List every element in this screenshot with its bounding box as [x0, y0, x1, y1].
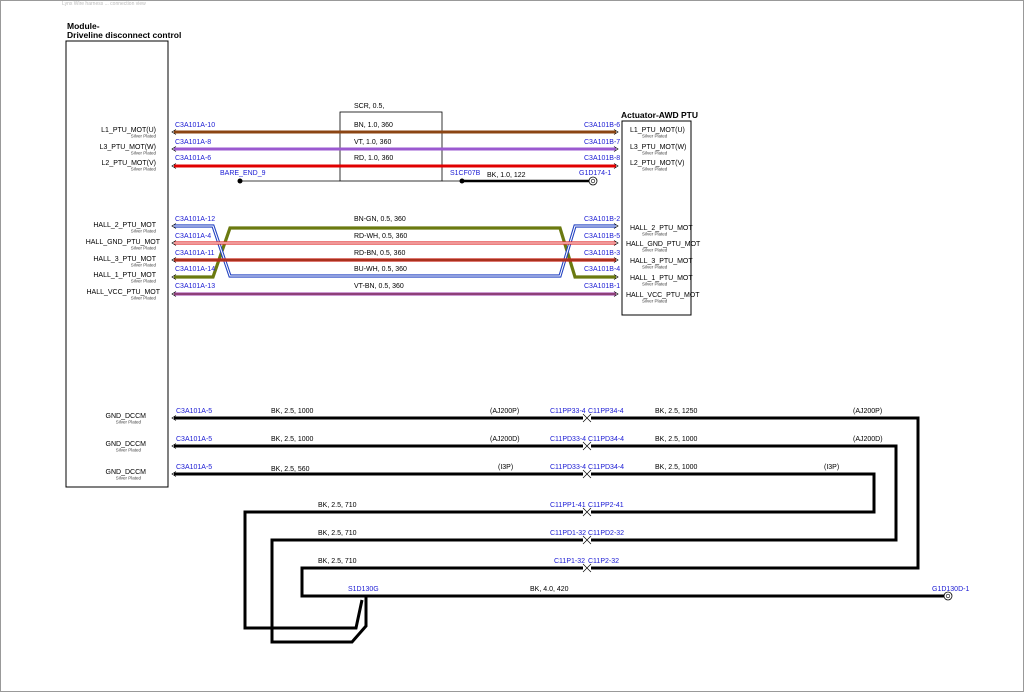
return-spec: BK, 2.5, 710 [318, 502, 357, 509]
plating-label: Silver Plated [131, 246, 157, 251]
hall-wire-spec: BU-WH, 0.5, 360 [354, 266, 407, 273]
plating-label: Silver Plated [131, 134, 157, 139]
hall-wire-right-conn: C3A101B-4 [584, 266, 620, 273]
plating-label: Silver Plated [642, 151, 668, 156]
shield-splice-label: S1CF07B [450, 170, 481, 177]
plating-label: Silver Plated [131, 296, 157, 301]
hall-wire-right-conn: C3A101B-3 [584, 250, 620, 257]
plating-label: Silver Plated [131, 263, 157, 268]
shield-label: SCR, 0.5, [354, 103, 384, 110]
module-title-line2: Driveline disconnect control [67, 30, 181, 40]
gnd-inline2: C11PD34-4 [588, 436, 624, 443]
bare-end-label: BARE_END_9 [220, 170, 266, 177]
gnd-wire-1-b[interactable] [590, 444, 898, 542]
plating-label: Silver Plated [116, 448, 142, 453]
gnd-left-conn: C3A101A-5 [176, 464, 212, 471]
gnd-left-conn: C3A101A-5 [176, 436, 212, 443]
hall-wire-left-conn: C3A101A-4 [175, 233, 211, 240]
hall-wire-left-conn: C3A101A-13 [175, 283, 215, 290]
hall-wire-spec: BN-GN, 0.5, 360 [354, 216, 406, 223]
gnd-inline1: C11PD33-4 [550, 436, 586, 443]
gnd-inline1: C11PP33-4 [550, 408, 586, 415]
return-inline1: C11PD1-32 [550, 530, 586, 537]
actuator-title: Actuator-AWD PTU [621, 110, 698, 120]
gnd-inline1: C11PD33-4 [550, 464, 586, 471]
ground-point-icon [588, 176, 598, 186]
gnd-spec2: BK, 2.5, 1250 [655, 408, 698, 415]
shield-ground-point: G1D174-1 [579, 170, 611, 177]
plating-label: Silver Plated [642, 282, 668, 287]
hall-wire-right-conn: C3A101B-1 [584, 283, 620, 290]
gnd-loc1: (AJ200P) [490, 408, 519, 415]
motor-wire-left-conn: C3A101A-6 [175, 155, 211, 162]
gnd-loc2: (I3P) [824, 464, 839, 471]
shield-ground-spec: BK, 1.0, 122 [487, 172, 526, 179]
plating-label: Silver Plated [131, 279, 157, 284]
plating-label: Silver Plated [116, 420, 142, 425]
plating-label: Silver Plated [642, 134, 668, 139]
hall-wire-left-conn: C3A101A-11 [175, 250, 215, 257]
hall-wire-left-conn: C3A101A-12 [175, 216, 215, 223]
gnd-spec2: BK, 2.5, 1000 [655, 464, 698, 471]
splice-dot [459, 178, 465, 184]
motor-wire-left-conn: C3A101A-10 [175, 122, 215, 129]
ground-point-icon [943, 591, 953, 601]
gnd-spec1: BK, 2.5, 1000 [271, 408, 314, 415]
gnd-inline2: C11PP34-4 [588, 408, 624, 415]
gnd-inline2: C11PD34-4 [588, 464, 624, 471]
ground-bus-point: G1D130D-1 [932, 586, 969, 593]
motor-wire-spec: VT, 1.0, 360 [354, 139, 391, 146]
page-header: Lynx Wire harness ... connection view [62, 1, 146, 7]
wiring-diagram: Lynx Wire harness ... connection view Mo… [0, 0, 1024, 692]
plating-label: Silver Plated [642, 265, 668, 270]
gnd-spec1: BK, 2.5, 560 [271, 466, 310, 473]
motor-wire-right-conn: C3A101B-7 [584, 139, 620, 146]
ground-bus-splice: S1D130G [348, 586, 379, 593]
gnd-loc1: (AJ200D) [490, 436, 520, 443]
motor-wire-left-conn: C3A101A-8 [175, 139, 211, 146]
plating-label: Silver Plated [642, 248, 668, 253]
gnd-spec2: BK, 2.5, 1000 [655, 436, 698, 443]
plating-label: Silver Plated [131, 151, 157, 156]
return-inline2: C11P2-32 [588, 558, 619, 565]
ground-bus-spec: BK, 4.0, 420 [530, 586, 569, 593]
motor-wire-right-conn: C3A101B-8 [584, 155, 620, 162]
return-inline2: C11PP2-41 [588, 502, 624, 509]
gnd-loc2: (AJ200P) [853, 408, 882, 415]
plating-label: Silver Plated [642, 167, 668, 172]
gnd-loc1: (I3P) [498, 464, 513, 471]
hall-wire-spec: RD-WH, 0.5, 360 [354, 233, 407, 240]
bare-end-dot [237, 178, 243, 184]
return-inline1: C11PP1-41 [550, 502, 586, 509]
hall-wire-left-conn: C3A101A-14 [175, 266, 215, 273]
gnd-spec1: BK, 2.5, 1000 [271, 436, 314, 443]
return-spec: BK, 2.5, 710 [318, 558, 357, 565]
motor-wire-spec: BN, 1.0, 360 [354, 122, 393, 129]
hall-wire-spec: RD-BN, 0.5, 360 [354, 250, 405, 257]
plating-label: Silver Plated [642, 232, 668, 237]
gnd-loc2: (AJ200D) [853, 436, 883, 443]
return-inline2: C11PD2-32 [588, 530, 624, 537]
plating-label: Silver Plated [116, 476, 142, 481]
hall-wire-right-conn: C3A101B-5 [584, 233, 620, 240]
return-inline1: C11P1-32 [554, 558, 585, 565]
motor-wire-right-conn: C3A101B-6 [584, 122, 620, 129]
gnd-wire-2-b[interactable] [590, 472, 876, 514]
gnd-left-conn: C3A101A-5 [176, 408, 212, 415]
plating-label: Silver Plated [131, 167, 157, 172]
return-spec: BK, 2.5, 710 [318, 530, 357, 537]
return-wire-0[interactable] [243, 510, 584, 630]
plating-label: Silver Plated [642, 299, 668, 304]
motor-wire-spec: RD, 1.0, 360 [354, 155, 393, 162]
plating-label: Silver Plated [131, 229, 157, 234]
hall-wire-spec: VT-BN, 0.5, 360 [354, 283, 404, 290]
hall-wire-right-conn: C3A101B-2 [584, 216, 620, 223]
